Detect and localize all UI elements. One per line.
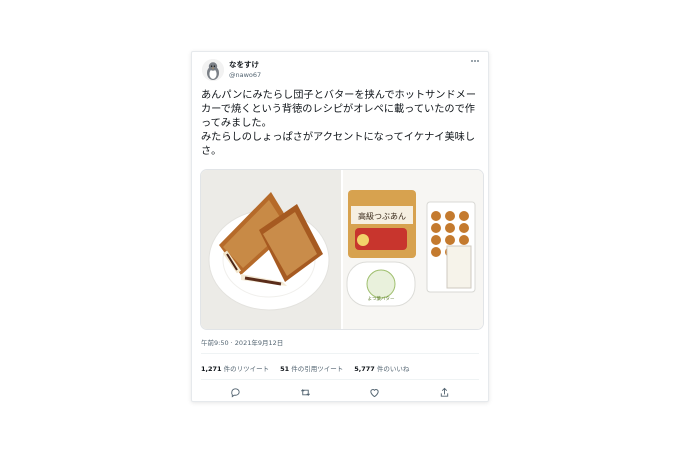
avatar[interactable] [202, 59, 224, 81]
retweet-icon[interactable] [298, 385, 312, 399]
like-stat[interactable]: 5,777 件のいいね [354, 363, 409, 373]
reply-icon[interactable] [229, 385, 243, 399]
like-icon[interactable] [368, 385, 382, 399]
butter-label: よつ葉バター [368, 295, 395, 302]
tweet-text: あんパンにみたらし団子とバターを挟んでホットサンドメーカーで焼くという背徳のレシ… [201, 90, 477, 157]
like-count: 5,777 [354, 365, 375, 373]
retweet-label: 件のリツイート [223, 365, 270, 373]
quote-count: 51 [280, 365, 290, 373]
tweet-media[interactable]: 高級つぶあん よつ葉バター [200, 169, 484, 330]
author-name[interactable]: なをすけ [229, 59, 259, 70]
hot-sandwich-photo[interactable] [201, 170, 341, 329]
divider [201, 379, 479, 380]
author-handle[interactable]: @nawo67 [229, 71, 261, 79]
divider [201, 353, 479, 354]
bread-package-text: 高級つぶあん [358, 211, 406, 221]
retweet-stat[interactable]: 1,271 件のリツイート [201, 363, 269, 373]
tweet-card: なをすけ @nawo67 あんパンにみたらし団子とバターを挟んでホットサンドメー… [191, 51, 489, 402]
penguin-icon [202, 59, 224, 81]
quote-stat[interactable]: 51 件の引用ツイート [280, 363, 343, 373]
share-icon[interactable] [437, 385, 451, 399]
quote-label: 件の引用ツイート [291, 365, 344, 373]
like-label: 件のいいね [376, 365, 410, 373]
retweet-count: 1,271 [201, 365, 222, 373]
more-options-icon[interactable] [470, 56, 480, 69]
tweet-stats: 1,271 件のリツイート 51 件の引用ツイート 5,777 件のいいね [201, 363, 409, 373]
ingredients-photo[interactable]: 高級つぶあん よつ葉バター [343, 170, 483, 329]
tweet-actions [201, 385, 479, 399]
tweet-timestamp[interactable]: 午前9:50 · 2021年9月12日 [201, 337, 283, 347]
